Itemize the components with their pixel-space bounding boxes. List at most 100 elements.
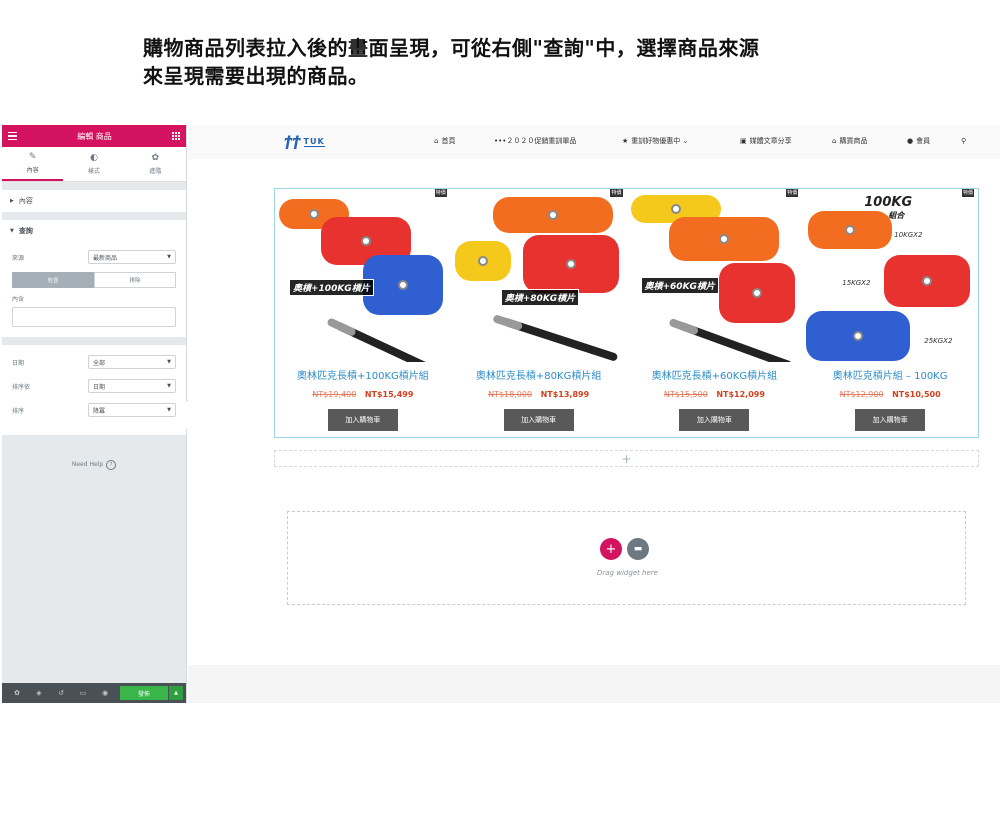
red-plate [884,255,971,307]
date-select[interactable]: 全部 ▼ [88,355,176,369]
site-footer [188,665,1000,703]
nav-label: 會員 [916,137,931,145]
need-help-link[interactable]: Need Help? [2,460,186,470]
section-query-toggle[interactable]: ▼ 查詢 [2,220,186,242]
spec-label: 10KGX2 [894,231,923,239]
product-grid: 奧槓+100KG槓片 特價 奧林匹克長槓+100KG槓片組 NT$19,400 … [275,189,978,431]
logo-text: TUK [303,137,325,147]
caret-down-icon: ▼ [10,228,14,234]
nav-item-promo[interactable]: •••２０２０促銷重訓單品 [494,136,622,146]
add-to-cart-button[interactable]: 加入購物車 [855,409,926,431]
tab-advanced[interactable]: ✿ 進階 [125,147,186,181]
product-image[interactable]: 100KG 組合 10KGX2 15KGX2 25KGX2 特價 [804,189,976,362]
products-widget[interactable]: 奧槓+100KG槓片 特價 奧林匹克長槓+100KG槓片組 NT$19,400 … [274,188,979,438]
publish-options-button[interactable]: ▲ [169,686,183,700]
contains-input[interactable] [12,307,176,327]
add-new-section-button[interactable]: + [600,538,622,560]
tab-content-label: 內容 [26,166,39,174]
nav-item-home[interactable]: ⌂ 首頁 [434,136,494,146]
nav-item-deals[interactable]: ★ 重訓好物優惠中 ⌄ [622,136,740,146]
barbell [501,317,619,362]
history-icon[interactable]: ↺ [50,689,72,697]
sale-badge: 特價 [961,189,974,197]
source-select[interactable]: 最新商品 ▼ [88,250,176,264]
settings-icon[interactable]: ✿ [6,689,28,697]
chevron-down-icon: ▼ [167,254,171,260]
yellow-plate [454,241,511,281]
widgets-grid-icon[interactable] [171,132,180,140]
tab-content[interactable]: ✎ 內容 [2,147,64,181]
search-icon: ⚲ [961,137,967,145]
source-row: 來源 最新商品 ▼ [12,248,176,266]
product-price: NT$15,500 NT$12,099 [627,390,803,399]
order-row: 排序 降冪 ▼ [12,401,176,419]
sale-price: NT$12,099 [716,390,765,399]
site-logo[interactable]: ϯϯ TUK [284,134,325,150]
gear-icon: ✿ [151,152,160,163]
product-name-link[interactable]: 奧林匹克長槓+80KG槓片組 [451,367,627,382]
exclude-tab[interactable]: 排除 [94,272,176,288]
panel-header: 編輯 商品 [2,125,186,147]
site-header: ϯϯ TUK ⌂ 首頁 •••２０２０促銷重訓單品 ★ 重訓好物優惠中 ⌄ ▣ … [188,125,1000,159]
panel-footer: ✿ ◈ ↺ ▭ ◉ 發佈 ▲ [2,683,186,703]
logo-mark: ϯϯ [284,134,301,150]
nav-item-member[interactable]: ● 會員 [907,136,961,146]
main-nav: ⌂ 首頁 •••２０２０促銷重訓單品 ★ 重訓好物優惠中 ⌄ ▣ 媒體文章分享 … [434,136,966,146]
orderby-select[interactable]: 日期 ▼ [88,379,176,393]
orderby-row: 排序依 日期 ▼ [12,377,176,395]
drop-zone-hint: Drag widget here [597,569,658,577]
blue-plate [363,255,443,315]
regular-price: NT$12,900 [839,390,884,399]
regular-price: NT$19,400 [312,390,357,399]
set-title-text: 100KG [864,195,913,210]
product-price: NT$18,000 NT$13,899 [451,390,627,399]
editor-panel: 編輯 商品 ✎ 內容 ◐ 樣式 ✿ 進階 ▶ 內容 ▼ 查詢 來源 最新商品 ▼ [2,125,187,703]
section-query-label: 查詢 [18,227,33,235]
panel-tabs: ✎ 內容 ◐ 樣式 ✿ 進階 [2,147,186,182]
publish-button[interactable]: 發佈 [120,686,168,700]
nav-label: 重訓好物優惠中 ⌄ [631,137,689,145]
tab-advanced-label: 進階 [149,167,162,175]
book-icon: ▣ [740,137,747,145]
nav-label: 購買商品 [839,137,868,145]
nav-label: 媒體文章分享 [749,137,792,145]
home-icon: ⌂ [434,137,439,145]
date-value: 全部 [93,359,106,367]
menu-icon[interactable] [8,131,17,141]
preview-eye-icon[interactable]: ◉ [94,689,116,697]
orange-plate [808,211,893,249]
product-name-link[interactable]: 奧林匹克槓片組 – 100KG [802,367,978,382]
spec-label: 25KGX2 [924,337,953,345]
include-tab[interactable]: 包含 [12,272,94,288]
chevron-down-icon: ▼ [167,359,171,365]
widget-drop-zone[interactable]: + ▬ Drag widget here [287,511,966,605]
instruction-caption: 購物商品列表拉入後的畫面呈現，可從右側"查詢"中，選擇商品來源 來呈現需要出現的… [143,34,759,90]
order-select[interactable]: 降冪 ▼ [88,403,176,417]
section-content-toggle[interactable]: ▶ 內容 [2,190,186,212]
responsive-icon[interactable]: ▭ [72,689,94,697]
search-button[interactable]: ⚲ [961,136,966,146]
tab-style[interactable]: ◐ 樣式 [63,147,124,181]
blue-plate [806,311,911,361]
need-help-label: Need Help [71,461,104,468]
add-template-button[interactable]: ▬ [627,538,649,560]
add-section-bar[interactable]: + [274,450,979,467]
navigator-icon[interactable]: ◈ [28,689,50,697]
add-to-cart-button[interactable]: 加入購物車 [327,409,398,431]
order-label: 排序 [12,407,25,415]
add-to-cart-button[interactable]: 加入購物車 [503,409,574,431]
product-image[interactable]: 奧槓+60KG槓片 特價 [629,189,801,362]
nav-item-shop[interactable]: ⌂ 購買商品 [832,136,907,146]
product-image[interactable]: 奧槓+80KG槓片 特價 [453,189,625,362]
chevron-down-icon: ▼ [167,407,171,413]
product-image[interactable]: 奧槓+100KG槓片 特價 [277,189,449,362]
product-name-link[interactable]: 奧林匹克長槓+60KG槓片組 [627,367,803,382]
product-name-link[interactable]: 奧林匹克長槓+100KG槓片組 [275,367,451,382]
red-plate [718,263,795,323]
nav-item-articles[interactable]: ▣ 媒體文章分享 [740,136,832,146]
orderby-value: 日期 [93,383,106,391]
add-to-cart-button[interactable]: 加入購物車 [679,409,750,431]
date-row: 日期 全部 ▼ [12,353,176,371]
sale-price: NT$15,499 [364,390,414,399]
star-icon: ★ [622,137,629,145]
